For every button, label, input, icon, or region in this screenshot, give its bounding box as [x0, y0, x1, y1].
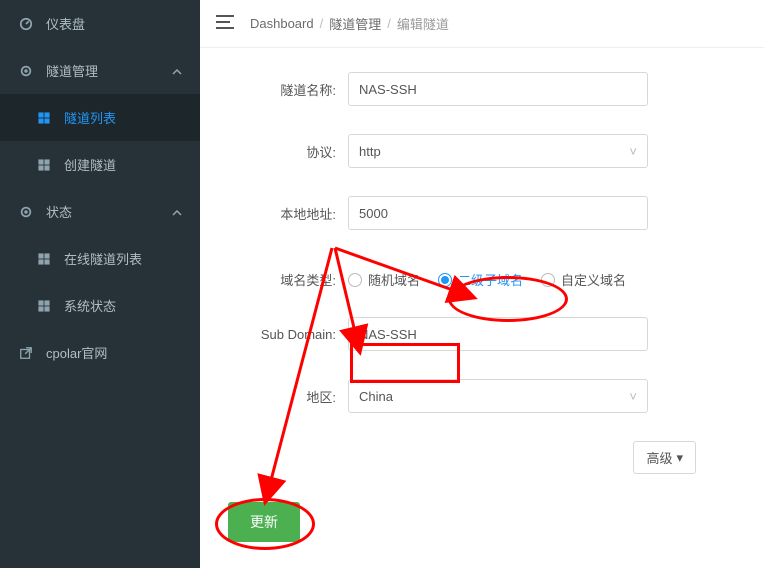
chevron-up-icon: [172, 204, 182, 219]
grid-icon: [36, 157, 52, 173]
grid-icon: [36, 298, 52, 314]
sidebar-item-system-status[interactable]: 系统状态: [0, 282, 200, 329]
grid-icon: [36, 110, 52, 126]
sidebar-item-create-tunnel[interactable]: 创建隧道: [0, 141, 200, 188]
sidebar-item-label: 创建隧道: [64, 155, 116, 174]
sidebar-item-label: 隧道列表: [64, 108, 116, 127]
breadcrumb-current: 编辑隧道: [397, 14, 449, 33]
domain-type-label: 域名类型:: [228, 270, 348, 289]
caret-down-icon: ▾: [676, 450, 683, 466]
subdomain-input[interactable]: [348, 317, 648, 351]
region-label: 地区:: [228, 387, 348, 406]
protocol-label: 协议:: [228, 142, 348, 161]
sidebar-item-label: 在线隧道列表: [64, 249, 142, 268]
breadcrumb-link[interactable]: Dashboard: [250, 16, 314, 31]
sidebar-item-official-site[interactable]: cpolar官网: [0, 329, 200, 376]
sidebar-item-online-tunnels[interactable]: 在线隧道列表: [0, 235, 200, 282]
sidebar-item-tunnel-mgmt[interactable]: 隧道管理: [0, 47, 200, 94]
sidebar-item-label: 系统状态: [64, 296, 116, 315]
dashboard-icon: [18, 16, 34, 32]
sidebar-item-tunnel-list[interactable]: 隧道列表: [0, 94, 200, 141]
gear-icon: [18, 204, 34, 220]
update-button[interactable]: 更新: [228, 502, 300, 542]
chevron-down-icon: ˅: [629, 389, 637, 404]
breadcrumb-sep: /: [387, 16, 391, 31]
form-area: 隧道名称: 协议: http ˅ 本地地址: 域名类型:: [200, 48, 764, 568]
toggle-sidebar-icon[interactable]: [216, 15, 234, 32]
breadcrumb-link[interactable]: 隧道管理: [329, 14, 381, 33]
sidebar-item-dashboard[interactable]: 仪表盘: [0, 0, 200, 47]
domain-type-custom[interactable]: 自定义域名: [541, 270, 626, 289]
sidebar-item-label: 状态: [46, 202, 72, 221]
tunnel-name-label: 隧道名称:: [228, 80, 348, 99]
sidebar: 仪表盘 隧道管理 隧道列表 创建隧道: [0, 0, 200, 568]
subdomain-label: Sub Domain:: [228, 327, 348, 342]
gear-icon: [18, 63, 34, 79]
breadcrumb: Dashboard / 隧道管理 / 编辑隧道: [250, 14, 449, 33]
protocol-value: http: [359, 144, 381, 159]
topbar: Dashboard / 隧道管理 / 编辑隧道: [200, 0, 764, 48]
region-value: China: [359, 389, 393, 404]
chevron-down-icon: ˅: [629, 144, 637, 159]
domain-type-radio-group: 随机域名 二级子域名 自定义域名: [348, 270, 736, 289]
local-addr-input[interactable]: [348, 196, 648, 230]
breadcrumb-sep: /: [320, 16, 324, 31]
protocol-select[interactable]: http ˅: [348, 134, 648, 168]
tunnel-name-input[interactable]: [348, 72, 648, 106]
sidebar-item-status[interactable]: 状态: [0, 188, 200, 235]
annotation-arrows: [200, 48, 764, 568]
sidebar-item-label: cpolar官网: [46, 343, 107, 362]
main-content: Dashboard / 隧道管理 / 编辑隧道 隧道名称: 协议: http ˅: [200, 0, 764, 568]
sidebar-item-label: 仪表盘: [46, 14, 85, 33]
grid-icon: [36, 251, 52, 267]
local-addr-label: 本地地址:: [228, 204, 348, 223]
sidebar-item-label: 隧道管理: [46, 61, 98, 80]
advanced-button[interactable]: 高级 ▾: [633, 441, 696, 474]
region-select[interactable]: China ˅: [348, 379, 648, 413]
domain-type-subdomain[interactable]: 二级子域名: [438, 270, 523, 289]
chevron-up-icon: [172, 63, 182, 78]
domain-type-random[interactable]: 随机域名: [348, 270, 420, 289]
external-link-icon: [18, 345, 34, 361]
